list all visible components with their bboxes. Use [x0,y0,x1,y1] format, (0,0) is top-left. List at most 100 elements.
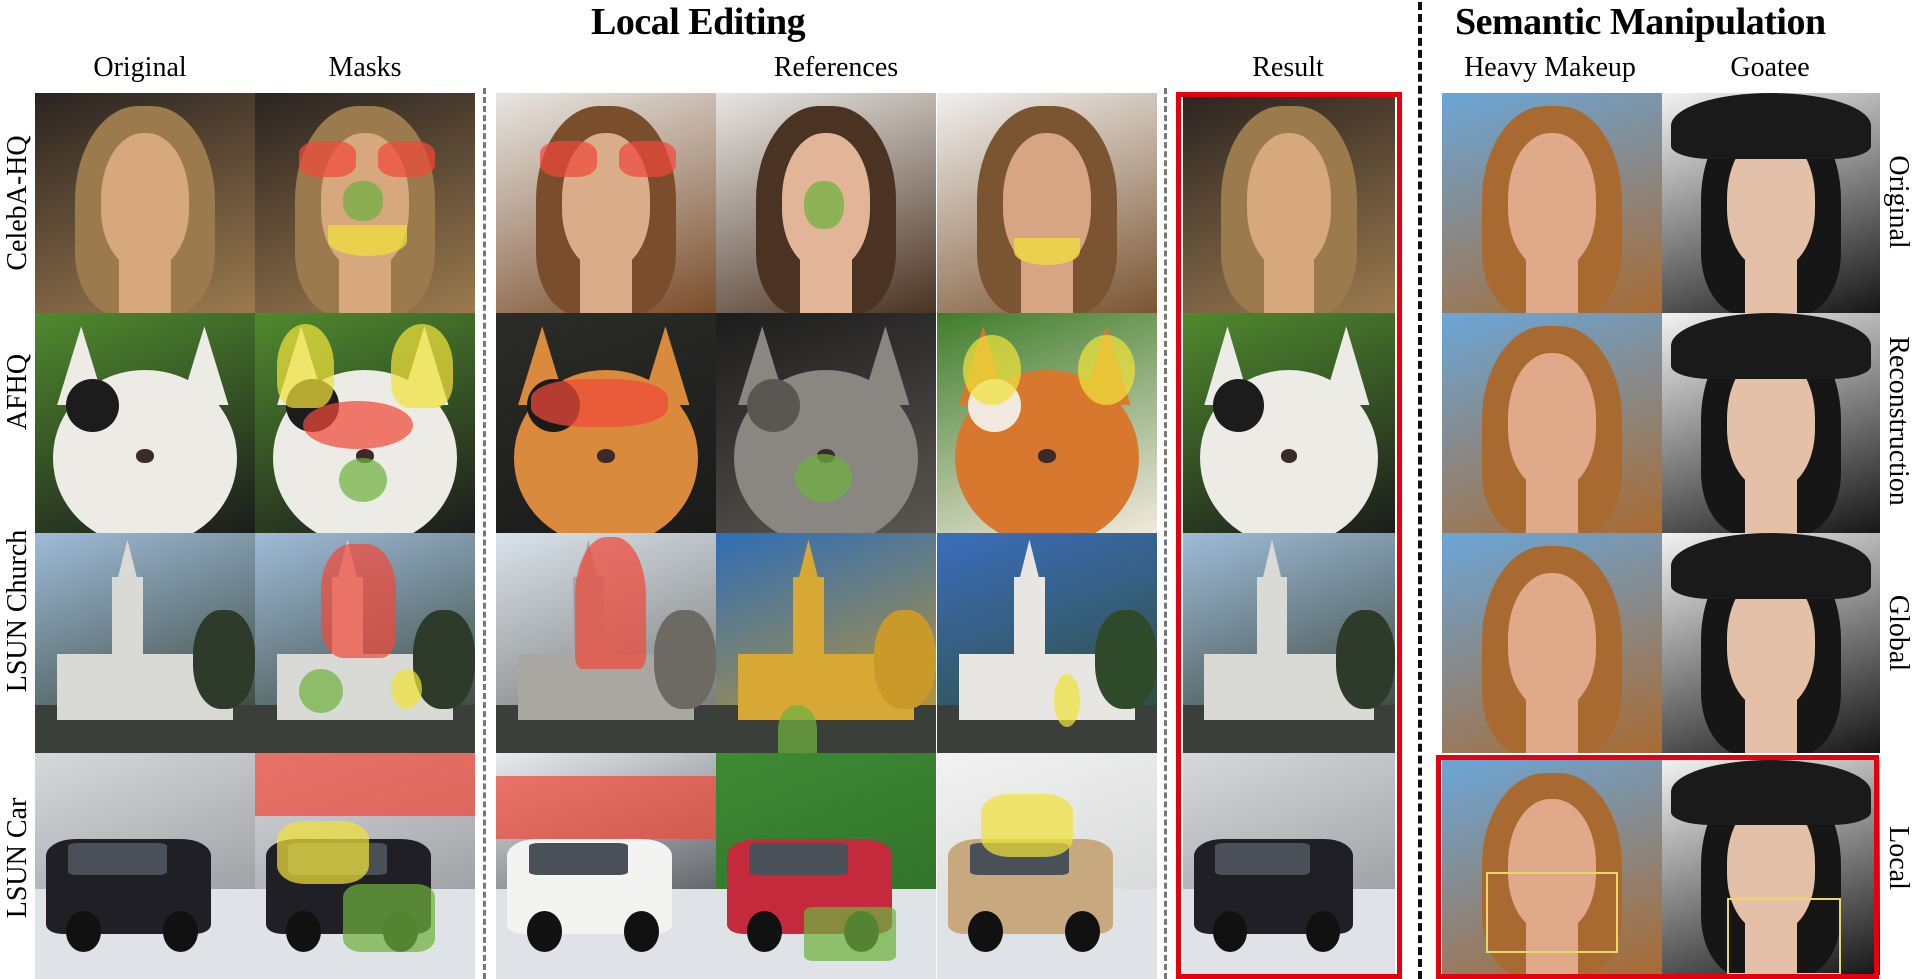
subject-tree [874,610,936,709]
subject-spire [1018,539,1041,584]
reference-image-3 [937,313,1157,533]
mask-region [963,335,1021,406]
subject-neck [799,258,853,313]
row-label-original: Original [1883,155,1914,249]
subject-neck [338,258,392,313]
subject-wheel [162,911,198,952]
subject-tree [1335,610,1395,709]
reference-image-1 [496,753,716,979]
section-title-local-editing: Local Editing [591,1,806,43]
roi-box [1727,897,1841,975]
subject-tree [193,610,255,709]
subject-hat [1670,93,1872,159]
row-label-reconstruction: Reconstruction [1883,336,1914,506]
column-header-original: Original [93,52,187,83]
subject-tower [1257,577,1287,676]
column-header-goatee: Goatee [1730,52,1810,83]
mask-region [496,775,716,839]
reference-image-2 [716,93,936,313]
subject-car-window [1214,843,1311,876]
subject-tree [413,610,475,709]
subject-wheel [1305,911,1340,952]
subject-hat [1670,760,1872,825]
semantic-image-global-goatee [1662,533,1880,753]
subject-face [1508,572,1596,709]
subject-car-window [749,843,848,876]
subject-wheel [526,911,562,952]
result-image [1183,753,1395,979]
subject-spire [797,539,820,584]
subject-patch [1212,379,1264,432]
original-image [35,313,255,533]
subject-wheel [623,911,659,952]
mask-region [378,141,436,177]
subject-tower [793,577,824,676]
mask-region [1053,673,1080,727]
subject-spire [116,539,139,584]
mask-region [804,181,844,230]
mask-region [575,537,646,670]
mask-region [777,704,818,753]
subject-car-window [529,843,628,876]
semantic-image-global-heavy-makeup [1442,533,1662,753]
mask-region [391,669,423,709]
result-image [1183,313,1395,533]
row-label-celeba-hq: CelebA-HQ [2,135,33,271]
subject-neck [118,258,172,313]
original-image [35,533,255,753]
mask-region [321,544,396,659]
subject-neck [1263,258,1315,313]
mask-region [299,141,357,177]
semantic-image-reconstruction-goatee [1662,313,1880,533]
section-title-semantic-manipulation: Semantic Manipulation [1455,1,1826,43]
mask-region [338,458,387,503]
mask-region [277,324,335,408]
row-label-afhq: AFHQ [2,353,33,431]
semantic-image-original-heavy-makeup [1442,93,1662,313]
mask-region [540,141,598,177]
subject-neck [1525,698,1579,753]
reference-image-2 [716,313,936,533]
column-header-masks: Masks [328,52,402,83]
reference-image-2 [716,533,936,753]
mask-region [981,793,1074,857]
subject-face [1508,132,1596,269]
divider-local-semantic [1418,2,1422,979]
reference-image-3 [937,533,1157,753]
row-label-global: Global [1883,594,1914,672]
subject-neck [1020,258,1074,313]
semantic-image-local-heavy-makeup [1442,760,1662,975]
mask-region [391,324,453,408]
divider-references-result [1164,88,1167,979]
subject-tower [1014,577,1045,676]
row-label-lsun-car: LSUN Car [2,797,33,919]
divider-masks-references [483,88,486,979]
subject-hat [1670,313,1872,379]
subject-nose [1280,449,1298,463]
subject-face [101,132,189,269]
subject-wheel [65,911,101,952]
reference-image-1 [496,93,716,313]
mask-region [255,753,475,817]
subject-tower [112,577,143,676]
subject-nose [136,449,154,463]
row-label-lsun-church: LSUN Church [2,529,33,693]
subject-face [1508,352,1596,489]
column-header-references: References [773,52,899,83]
column-header-heavy-makeup: Heavy Makeup [1464,52,1636,83]
mask-region [1077,335,1135,406]
semantic-image-local-goatee [1662,760,1880,975]
subject-tree [1095,610,1157,709]
result-image [1183,93,1395,313]
mask-region [619,141,677,177]
subject-neck [1744,478,1798,533]
subject-neck [579,258,633,313]
mask-region [531,379,668,428]
subject-wheel [967,911,1003,952]
reference-image-3 [937,93,1157,313]
subject-wheel [285,911,321,952]
mask-region [1014,238,1080,265]
result-image [1183,533,1395,753]
subject-neck [1744,258,1798,313]
subject-neck [1525,478,1579,533]
